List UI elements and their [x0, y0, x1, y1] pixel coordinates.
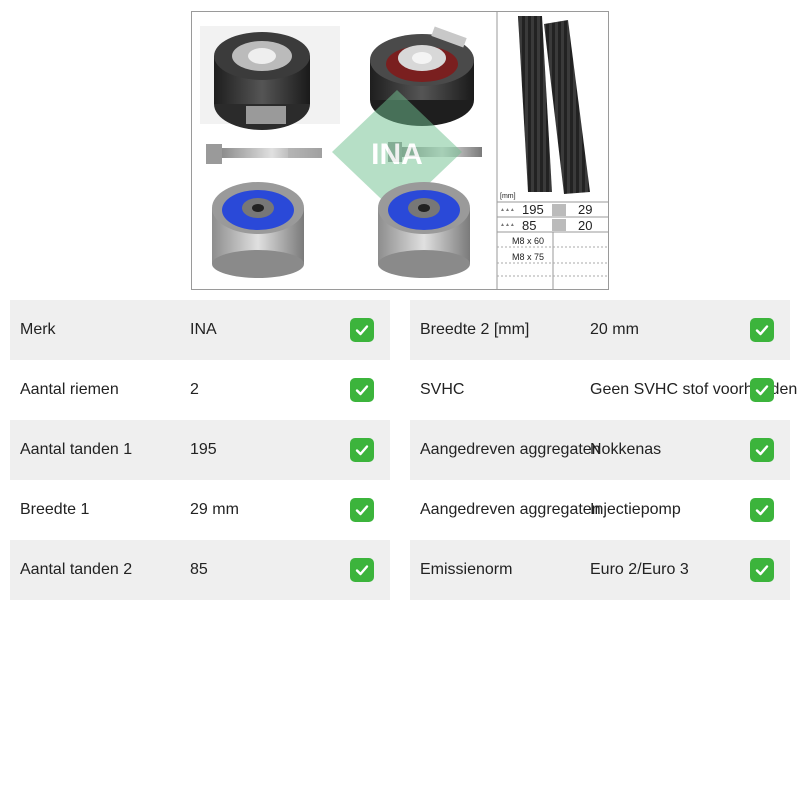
check-icon [750, 498, 774, 522]
check-icon [750, 378, 774, 402]
spec-label: Aangedreven aggregaten [420, 501, 601, 518]
spec-value: 195 [190, 441, 217, 458]
idler-pulley-2 [378, 182, 470, 278]
spec-row-teeth-2: Aantal tanden 2 85 [10, 540, 390, 600]
svg-text:20: 20 [578, 218, 592, 233]
check-icon [750, 438, 774, 462]
check-icon [750, 558, 774, 582]
spec-label: Emissienorm [420, 561, 513, 578]
spec-label: Breedte 1 [20, 501, 90, 518]
check-icon [350, 438, 374, 462]
spec-label: Breedte 2 [mm] [420, 321, 530, 338]
spec-row-svhc: SVHC Geen SVHC stof voorhanden [410, 360, 797, 420]
spec-label: Merk [20, 321, 56, 338]
spec-row-brand: Merk INA [10, 300, 390, 360]
spec-row-emission: Emissienorm Euro 2/Euro 3 [410, 540, 790, 600]
spec-row-width-2: Breedte 2 [mm] 20 mm [410, 300, 790, 360]
timing-belts [518, 16, 590, 194]
spec-table-left: Merk INA Aantal riemen 2 Aantal tanden 1… [10, 300, 390, 600]
belt-spec-table: [mm] ▲▲▲ 195 29 ▲▲▲ 85 20 M8 x 60 M8 x 7… [497, 193, 608, 289]
timing-belt-kit-illustration: INA [mm] ▲▲▲ 195 29 ▲▲▲ 85 20 M8 x 60 M8… [200, 12, 608, 289]
spec-label: Aantal riemen [20, 381, 119, 398]
svg-text:85: 85 [522, 218, 536, 233]
check-icon [350, 318, 374, 342]
spec-label: Aangedreven aggregaten [420, 441, 601, 458]
spec-value: Nokkenas [590, 441, 662, 458]
spec-value: 20 mm [590, 321, 639, 338]
check-icon [350, 498, 374, 522]
svg-text:M8 x 75: M8 x 75 [512, 252, 544, 262]
spec-value: Euro 2/Euro 3 [590, 561, 689, 578]
check-icon [750, 318, 774, 342]
bolt-m8x75 [206, 144, 322, 164]
idler-pulley-1 [212, 182, 304, 278]
spec-row-width-1: Breedte 1 29 mm [10, 480, 390, 540]
svg-text:195: 195 [522, 202, 544, 217]
spec-value: 85 [190, 561, 208, 578]
spec-row-driven-unit-2: Aangedreven aggregaten Injectiepomp [410, 480, 790, 540]
spec-value: 2 [190, 381, 199, 398]
svg-text:29: 29 [578, 202, 592, 217]
svg-text:▲▲▲: ▲▲▲ [500, 222, 515, 228]
svg-text:[mm]: [mm] [500, 193, 516, 200]
spec-label: SVHC [420, 381, 465, 398]
check-icon [350, 378, 374, 402]
spec-row-teeth-1: Aantal tanden 1 195 [10, 420, 390, 480]
spec-value: 29 mm [190, 501, 239, 518]
svg-text:▲▲▲: ▲▲▲ [500, 207, 515, 213]
product-image: INA [mm] ▲▲▲ 195 29 ▲▲▲ 85 20 M8 x 60 M8… [191, 11, 609, 290]
check-icon [350, 558, 374, 582]
spec-value: INA [190, 321, 217, 338]
spec-label: Aantal tanden 1 [20, 441, 133, 458]
svg-text:M8 x 60: M8 x 60 [512, 236, 544, 246]
spec-label: Aantal tanden 2 [20, 561, 133, 578]
spec-row-driven-unit-1: Aangedreven aggregaten Nokkenas [410, 420, 790, 480]
spec-row-belt-count: Aantal riemen 2 [10, 360, 390, 420]
spec-value: Injectiepomp [590, 501, 681, 518]
spec-table-right: Breedte 2 [mm] 20 mm SVHC Geen SVHC stof… [410, 300, 797, 600]
tensioner-pulley-1 [200, 26, 340, 130]
svg-text:INA: INA [371, 138, 423, 171]
